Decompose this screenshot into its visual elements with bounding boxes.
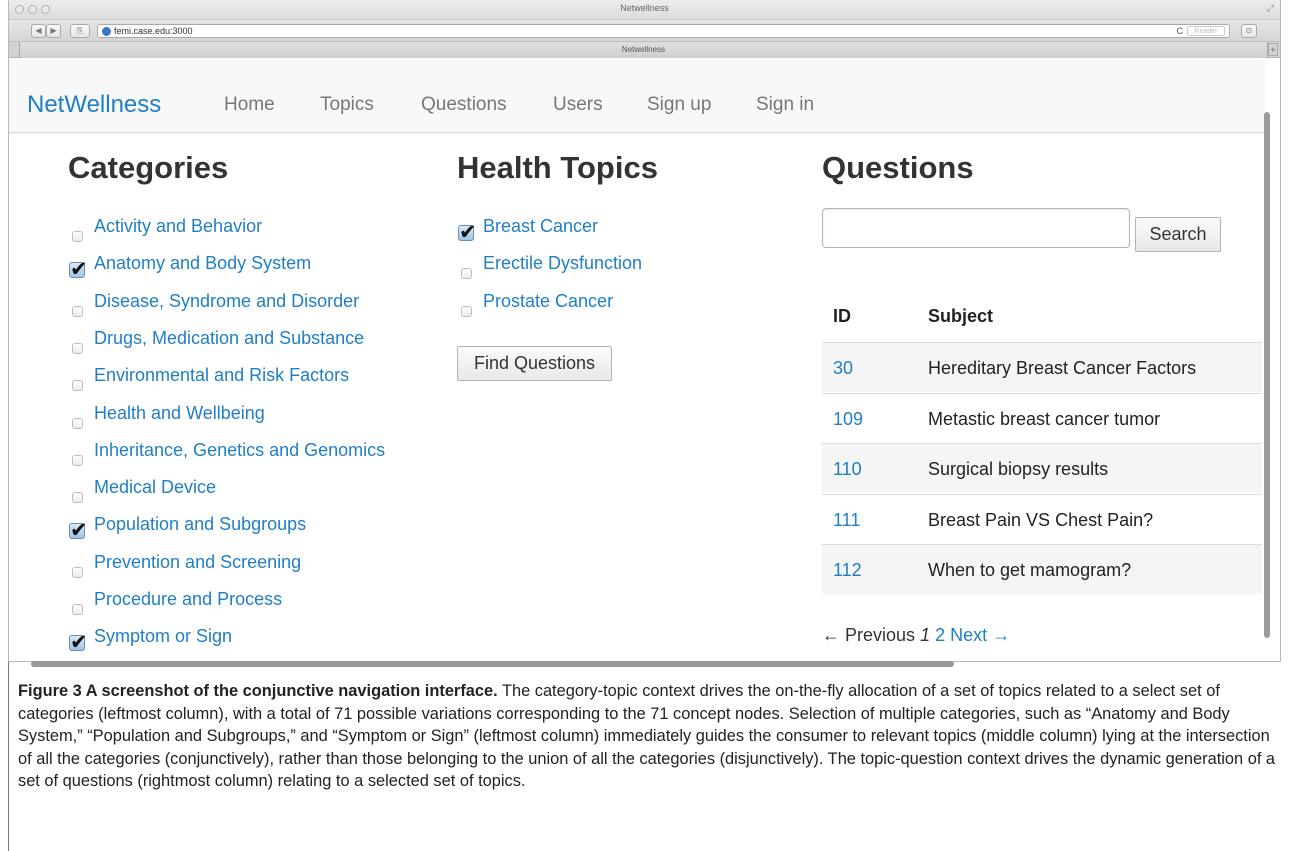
vertical-scrollbar[interactable]: [1264, 112, 1270, 638]
category-link[interactable]: Health and Wellbeing: [94, 403, 265, 424]
question-subject: Metastic breast cancer tumor: [928, 408, 1161, 429]
table-row: 109 Metastic breast cancer tumor: [822, 392, 1262, 443]
topic-link[interactable]: Erectile Dysfunction: [483, 253, 642, 274]
category-link[interactable]: Environmental and Risk Factors: [94, 365, 349, 386]
pagination: ← Previous 1 2 Next →: [822, 625, 1010, 646]
topic-link[interactable]: Prostate Cancer: [483, 291, 613, 312]
category-checkbox[interactable]: [72, 231, 83, 242]
site-navbar: NetWellness Home Topics Questions Users …: [9, 59, 1264, 133]
fullscreen-icon[interactable]: ⤢: [1267, 3, 1274, 14]
category-checkbox[interactable]: [69, 630, 88, 654]
table-row: 111 Breast Pain VS Chest Pain?: [822, 493, 1262, 544]
window-titlebar: Netwellness ⤢: [9, 0, 1280, 20]
category-link[interactable]: Procedure and Process: [94, 589, 282, 610]
browser-toolbar: ◀ ▶ ⎘ femi.case.edu:3000 C Reader ⊙: [9, 20, 1280, 42]
nav-topics[interactable]: Topics: [320, 94, 374, 116]
question-id-link[interactable]: 30: [833, 358, 853, 379]
column-header-id[interactable]: ID: [833, 306, 851, 327]
window-title: Netwellness: [620, 3, 669, 13]
nav-home[interactable]: Home: [224, 94, 275, 116]
topic-checkbox[interactable]: [458, 220, 477, 244]
category-link[interactable]: Activity and Behavior: [94, 216, 262, 237]
category-checkbox[interactable]: [72, 380, 83, 392]
categories-title: Categories: [68, 150, 229, 185]
category-checkbox[interactable]: [69, 518, 88, 542]
category-link[interactable]: Prevention and Screening: [94, 552, 301, 573]
horizontal-scrollbar[interactable]: [31, 661, 954, 667]
column-header-subject[interactable]: Subject: [928, 306, 993, 327]
question-id-link[interactable]: 109: [833, 409, 863, 430]
search-button[interactable]: Search: [1135, 217, 1221, 252]
find-questions-button[interactable]: Find Questions: [457, 346, 612, 381]
pager-page-2[interactable]: 2: [935, 625, 945, 645]
tools-icon[interactable]: ⊙: [1241, 24, 1257, 38]
question-subject: Breast Pain VS Chest Pain?: [928, 509, 1154, 530]
browser-tab[interactable]: Netwellness: [19, 42, 1268, 58]
figure-caption: Figure 3 A screenshot of the conjunctive…: [18, 680, 1276, 793]
tab-bar: Netwellness +: [9, 42, 1280, 58]
pager-previous: ← Previous: [822, 625, 916, 645]
nav-sign-up[interactable]: Sign up: [647, 94, 711, 116]
category-link[interactable]: Drugs, Medication and Substance: [94, 328, 364, 349]
question-id-link[interactable]: 110: [833, 459, 862, 480]
category-link[interactable]: Medical Device: [94, 477, 216, 498]
reader-button[interactable]: Reader: [1187, 26, 1225, 36]
table-row: 110 Surgical biopsy results: [822, 443, 1262, 493]
nav-questions[interactable]: Questions: [421, 94, 507, 116]
category-link[interactable]: Anatomy and Body System: [94, 253, 311, 274]
url-text: femi.case.edu:3000: [114, 26, 193, 36]
address-bar[interactable]: femi.case.edu:3000 C Reader: [97, 24, 1230, 38]
nav-sign-in[interactable]: Sign in: [756, 94, 814, 116]
category-checkbox[interactable]: [72, 454, 83, 466]
question-subject: Hereditary Breast Cancer Factors: [928, 358, 1197, 378]
back-icon[interactable]: ◀: [31, 24, 46, 38]
health-topics-title: Health Topics: [457, 150, 658, 185]
category-checkbox[interactable]: [72, 566, 83, 578]
category-link[interactable]: Symptom or Sign: [94, 626, 232, 647]
question-id-link[interactable]: 112: [833, 560, 862, 581]
table-row: 112 When to get mamogram?: [822, 544, 1262, 594]
questions-title: Questions: [822, 150, 974, 185]
category-checkbox[interactable]: [72, 342, 83, 354]
forward-icon[interactable]: ▶: [46, 24, 61, 38]
new-tab-icon[interactable]: +: [1268, 43, 1278, 56]
share-icon[interactable]: ⎘: [70, 24, 90, 38]
question-search-input[interactable]: [822, 208, 1130, 248]
category-link[interactable]: Inheritance, Genetics and Genomics: [94, 440, 385, 461]
category-checkbox[interactable]: [72, 604, 83, 615]
pager-next[interactable]: Next →: [950, 625, 1010, 645]
topic-checkbox[interactable]: [461, 268, 472, 280]
topic-link[interactable]: Breast Cancer: [483, 216, 598, 237]
question-id-link[interactable]: 111: [833, 510, 860, 531]
pager-current-page: 1: [920, 625, 931, 645]
globe-icon: [102, 27, 111, 36]
reload-icon[interactable]: C: [1177, 26, 1184, 36]
question-subject: Surgical biopsy results: [928, 459, 1109, 479]
caption-rule: [8, 662, 9, 851]
category-checkbox[interactable]: [72, 417, 83, 429]
question-subject: When to get mamogram?: [928, 560, 1132, 580]
topic-checkbox[interactable]: [461, 305, 472, 317]
caption-lead: Figure 3 A screenshot of the conjunctive…: [18, 682, 498, 700]
category-checkbox[interactable]: [72, 492, 83, 504]
category-checkbox[interactable]: [72, 305, 83, 317]
brand-logo[interactable]: NetWellness: [27, 91, 161, 119]
category-link[interactable]: Population and Subgroups: [94, 514, 306, 535]
table-row: 30 Hereditary Breast Cancer Factors: [822, 342, 1262, 392]
nav-users[interactable]: Users: [553, 94, 603, 116]
category-link[interactable]: Disease, Syndrome and Disorder: [94, 291, 359, 312]
category-checkbox[interactable]: [69, 257, 88, 281]
